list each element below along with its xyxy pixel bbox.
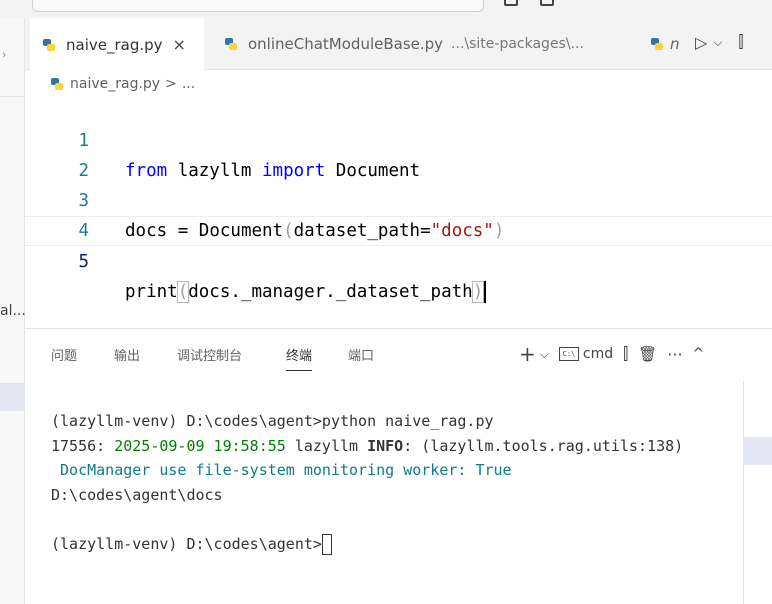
tab-naive-rag[interactable]: naive_rag.py ×: [30, 18, 204, 71]
editor-tab-bar: naive_rag.py × onlineChatModuleBase.py .…: [25, 18, 772, 71]
tab-label: onlineChatModuleBase.py: [248, 35, 444, 53]
sidebar-selected-item[interactable]: [0, 383, 25, 411]
shell-label: cmd: [582, 346, 614, 362]
breadcrumb-more[interactable]: ...: [182, 76, 195, 92]
tab-label: naive_rag.py: [66, 35, 163, 54]
layout-icon[interactable]: [504, 0, 518, 6]
command-center-search[interactable]: [32, 0, 484, 12]
scrollbar-marker: [743, 437, 772, 465]
bottom-panel: 问题 输出 调试控制台 终端 端口 + ⌵ C:\ cmd ⫿ 🗑 ··· ^ …: [25, 328, 772, 604]
terminal-icon: C:\: [558, 347, 579, 361]
python-file-icon: [51, 78, 63, 90]
tab-truncated[interactable]: n: [644, 18, 684, 70]
run-icon[interactable]: ▷: [695, 33, 707, 52]
terminal-line: (lazyllm-venv) D:\codes\agent>python nai…: [51, 412, 494, 430]
terminal-output[interactable]: (lazyllm-venv) D:\codes\agent>python nai…: [51, 409, 683, 556]
tab-online-chat-module-base[interactable]: onlineChatModuleBase.py ...\site-package…: [204, 18, 644, 70]
tab-output[interactable]: 输出: [114, 345, 140, 364]
code-line-current: 5 print(docs._manager._dataset_path): [25, 216, 772, 303]
text-cursor: [484, 281, 487, 303]
terminal-cursor: [321, 533, 332, 555]
sidebar: › al...: [0, 18, 26, 604]
more-icon[interactable]: ···: [667, 345, 682, 364]
panel-toggle-icon[interactable]: [540, 0, 554, 6]
code-line: 4: [25, 186, 772, 241]
split-editor-icon[interactable]: ⫿: [738, 32, 743, 52]
trash-icon[interactable]: 🗑: [638, 345, 657, 363]
code-editor[interactable]: 1 from lazyllm import Document 2 3 docs …: [25, 96, 772, 328]
chevron-right-icon: >: [165, 76, 177, 92]
line-number: 5: [78, 252, 89, 272]
tab-ports[interactable]: 端口: [348, 345, 374, 364]
chevron-icon[interactable]: ›: [2, 48, 6, 61]
terminal-line: D:\codes\agent\docs: [51, 485, 223, 504]
terminal-line: 17556: 2025-09-09 19:58:55 lazyllm INFO:…: [51, 436, 684, 455]
panel-tab-bar: 问题 输出 调试控制台 终端 端口 + ⌵ C:\ cmd ⫿ 🗑 ··· ^: [25, 329, 772, 381]
chevron-down-icon[interactable]: ⌵: [713, 35, 722, 50]
code-line: 2: [25, 126, 772, 181]
tab-problems[interactable]: 问题: [51, 345, 77, 364]
title-bar: [0, 0, 772, 18]
close-icon[interactable]: ×: [173, 35, 186, 54]
chevron-up-icon[interactable]: ^: [693, 346, 705, 362]
breadcrumb: naive_rag.py > ...: [50, 72, 195, 96]
editor-actions: ▷ ⌵ ⫿: [695, 32, 744, 52]
python-file-icon: [651, 38, 663, 50]
code-content: print(docs._manager._dataset_path): [125, 277, 487, 307]
customize-layout-icon[interactable]: [576, 0, 602, 6]
panel-actions: + ⌵ C:\ cmd ⫿ 🗑 ··· ^: [519, 342, 704, 366]
tab-path: ...\site-packages\...: [451, 36, 584, 52]
sidebar-divider: [0, 96, 25, 97]
add-terminal-icon[interactable]: +: [519, 342, 536, 366]
terminal-shell-selector[interactable]: C:\ cmd: [558, 346, 614, 362]
split-terminal-icon[interactable]: ⫿: [623, 344, 628, 364]
python-file-icon: [225, 38, 237, 50]
breadcrumb-file[interactable]: naive_rag.py: [70, 76, 160, 92]
tab-terminal[interactable]: 终端: [286, 345, 313, 371]
sidebar-item-label[interactable]: al...: [0, 303, 26, 319]
code-line: 3 docs = Document(dataset_path="docs"): [25, 156, 772, 241]
tab-label: n: [670, 35, 680, 53]
terminal-prompt: (lazyllm-venv) D:\codes\agent>: [51, 533, 332, 555]
python-file-icon: [43, 38, 55, 51]
chevron-down-icon[interactable]: ⌵: [540, 347, 549, 362]
terminal-line: DocManager use file-system monitoring wo…: [51, 461, 512, 479]
tab-debug-console[interactable]: 调试控制台: [177, 345, 242, 364]
code-line: 1 from lazyllm import Document: [25, 96, 772, 181]
terminal-scrollbar[interactable]: [743, 381, 772, 604]
